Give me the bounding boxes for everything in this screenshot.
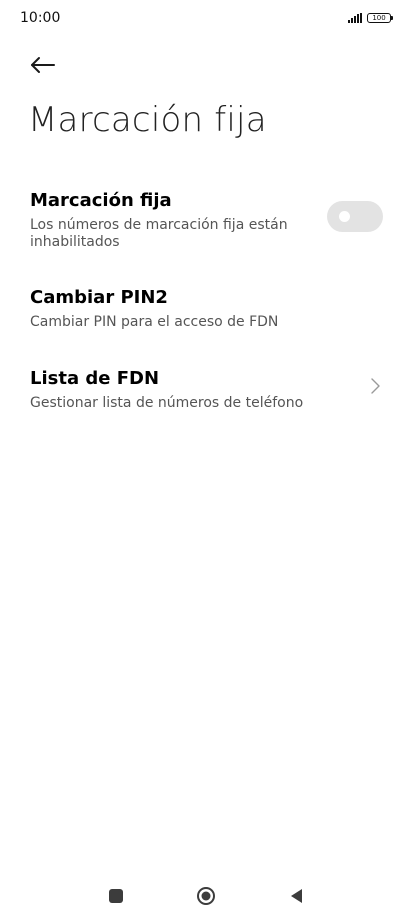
- setting-description: Gestionar lista de números de teléfono: [30, 395, 304, 411]
- toggle-knob: [339, 211, 350, 222]
- page-title: Marcación fija: [28, 100, 267, 140]
- navigation-bar: [0, 876, 413, 916]
- setting-item-fdn-list[interactable]: Lista de FDN Gestionar lista de números …: [0, 368, 413, 418]
- back-button[interactable]: [26, 50, 60, 80]
- setting-title: Marcación fija: [30, 190, 172, 211]
- fixed-dialing-toggle[interactable]: [327, 201, 383, 232]
- status-bar: 10:00 100: [0, 0, 413, 40]
- setting-description: Cambiar PIN para el acceso de FDN: [30, 314, 279, 330]
- home-button[interactable]: [196, 886, 216, 906]
- setting-description: Los números de marcación fija están inha…: [30, 217, 288, 250]
- setting-item-fixed-dialing[interactable]: Marcación fija Los números de marcación …: [0, 190, 413, 262]
- setting-title: Cambiar PIN2: [30, 287, 168, 308]
- setting-item-change-pin2[interactable]: Cambiar PIN2 Cambiar PIN para el acceso …: [0, 287, 413, 337]
- battery-icon: 100: [367, 13, 393, 23]
- chevron-right-icon: [371, 378, 380, 394]
- recent-apps-button[interactable]: [109, 889, 123, 903]
- signal-icon: [348, 13, 362, 23]
- setting-title: Lista de FDN: [30, 368, 160, 389]
- status-icons: 100: [348, 13, 393, 23]
- system-back-button[interactable]: [288, 887, 304, 905]
- status-time: 10:00: [20, 10, 61, 26]
- arrow-left-icon: [31, 57, 55, 73]
